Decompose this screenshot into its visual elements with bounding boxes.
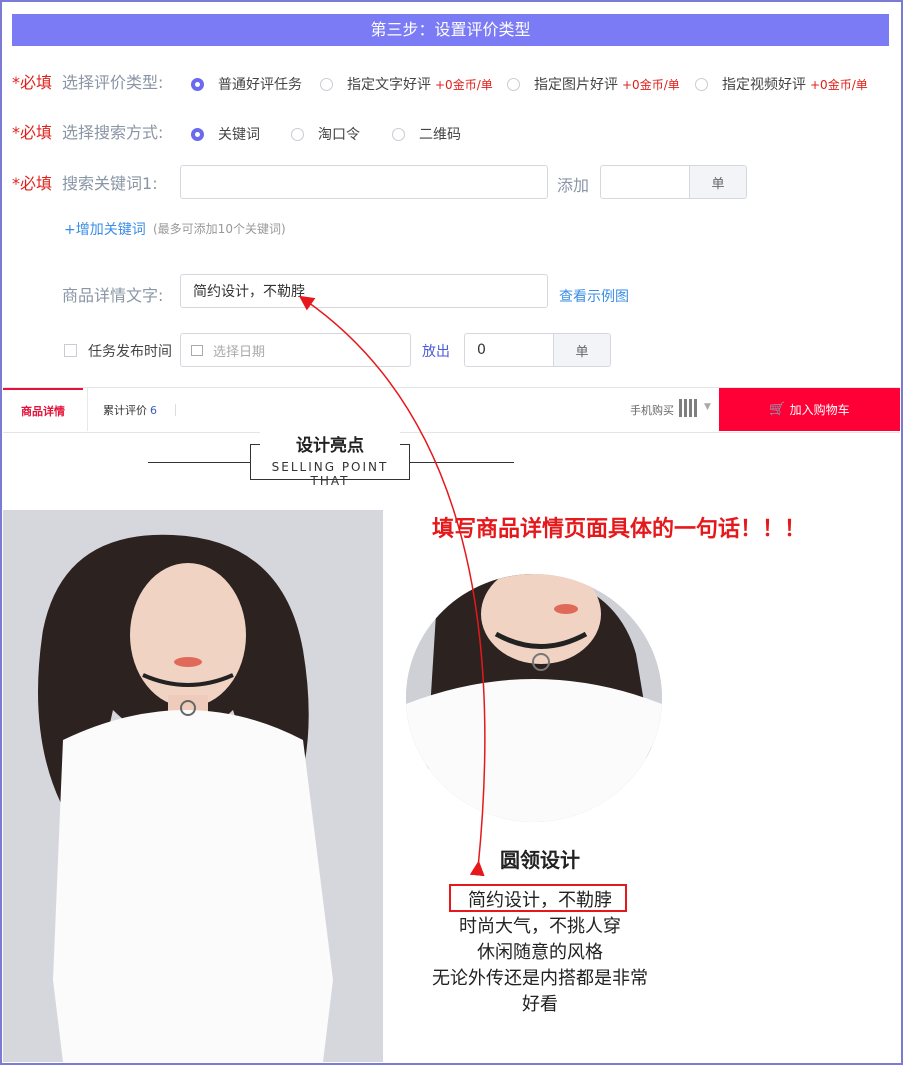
annotation-arrow <box>298 295 486 877</box>
